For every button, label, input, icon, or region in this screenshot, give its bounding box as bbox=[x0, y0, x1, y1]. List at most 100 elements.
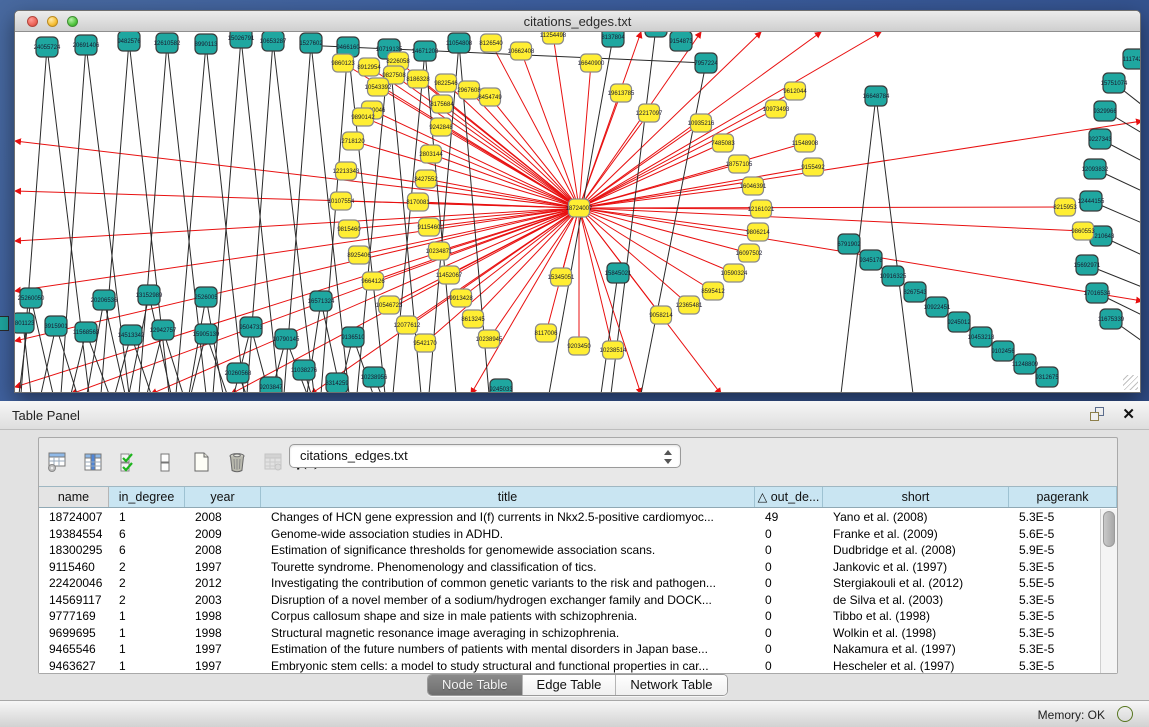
graph-node-yellow[interactable]: 8925406 bbox=[347, 246, 371, 264]
citation-edge-black[interactable] bbox=[31, 298, 53, 392]
graph-node-teal[interactable]: 24055724 bbox=[34, 37, 61, 57]
graph-node-teal[interactable]: 2526005 bbox=[194, 287, 218, 307]
graph-node-yellow[interactable]: 10234871 bbox=[426, 242, 453, 260]
import-table-button[interactable] bbox=[261, 450, 285, 474]
graph-node-teal[interactable]: 11675339 bbox=[1098, 309, 1125, 329]
graph-node-yellow[interactable]: 10546723 bbox=[376, 296, 403, 314]
select-rows-button[interactable] bbox=[117, 450, 141, 474]
graph-node-teal[interactable]: 11568563 bbox=[73, 322, 100, 342]
table-row[interactable]: 911546021997Tourette syndrome. Phenomeno… bbox=[39, 559, 1100, 576]
graph-node-teal[interactable]: 16571324 bbox=[308, 291, 335, 311]
graph-node-teal[interactable]: 12093832 bbox=[1082, 159, 1109, 179]
graph-node-yellow[interactable]: 10590324 bbox=[721, 264, 748, 282]
graph-node-yellow[interactable]: 18757105 bbox=[726, 155, 753, 173]
citation-edge-red[interactable] bbox=[446, 83, 579, 208]
graph-node-teal[interactable]: 9312675 bbox=[1035, 367, 1059, 387]
citation-edge-red[interactable] bbox=[441, 127, 579, 208]
graph-node-yellow[interactable]: 12161021 bbox=[748, 200, 775, 218]
graph-node-yellow[interactable]: 11548908 bbox=[792, 134, 819, 152]
graph-node-yellow[interactable]: 9242848 bbox=[429, 118, 453, 136]
citation-edge-red[interactable] bbox=[442, 104, 579, 208]
graph-node-yellow[interactable]: 10543392 bbox=[365, 78, 392, 96]
graph-node-yellow[interactable]: 16046391 bbox=[740, 177, 767, 195]
graph-node-yellow[interactable]: 10973493 bbox=[763, 100, 790, 118]
graph-node-yellow[interactable]: 8186328 bbox=[406, 70, 430, 88]
table-row[interactable]: 969969511998Structural magnetic resonanc… bbox=[39, 625, 1100, 642]
table-row[interactable]: 1872400712008Changes of HCN gene express… bbox=[39, 509, 1100, 526]
tab-node-table[interactable]: Node Table bbox=[428, 675, 523, 695]
graph-node-teal[interactable]: 13152989 bbox=[136, 285, 163, 305]
graph-node-yellow[interactable]: 8912954 bbox=[357, 58, 381, 76]
graph-node-teal[interactable]: 15692971 bbox=[1074, 255, 1101, 275]
graph-node-teal[interactable]: 9482576 bbox=[117, 32, 141, 51]
float-panel-button[interactable] bbox=[1090, 407, 1107, 423]
graph-node-yellow[interactable]: 9058214 bbox=[649, 306, 673, 324]
show-columns-button[interactable] bbox=[81, 450, 105, 474]
graph-node-yellow[interactable]: 9664126 bbox=[361, 272, 385, 290]
column-header-in_degree[interactable]: in_degree bbox=[109, 487, 185, 507]
graph-node-teal[interactable]: 15845021 bbox=[605, 263, 632, 283]
citation-edge-red[interactable] bbox=[579, 113, 649, 208]
graph-node-teal[interactable]: 9136510 bbox=[341, 327, 365, 347]
column-header-title[interactable]: title bbox=[261, 487, 755, 507]
graph-node-yellow[interactable]: 7485083 bbox=[711, 134, 735, 152]
graph-node-yellow[interactable]: 16097502 bbox=[736, 244, 763, 262]
citation-edge-red[interactable] bbox=[579, 207, 1065, 208]
graph-node-teal[interactable]: 9227343 bbox=[1088, 129, 1112, 149]
graph-node-teal[interactable]: 10453218 bbox=[968, 327, 995, 347]
graph-node-yellow[interactable]: 9115460 bbox=[418, 218, 442, 236]
graph-node-teal[interactable]: 9245012 bbox=[947, 312, 971, 332]
graph-node-yellow[interactable]: 8595412 bbox=[701, 282, 725, 300]
graph-node-teal[interactable]: 8137804 bbox=[601, 32, 625, 47]
graph-node-teal[interactable]: 15026791 bbox=[228, 32, 255, 48]
network-window-titlebar[interactable]: citations_edges.txt bbox=[15, 11, 1140, 32]
graph-node-teal[interactable]: 14513342 bbox=[118, 325, 145, 345]
graph-node-teal[interactable]: 20206536 bbox=[91, 290, 118, 310]
graph-node-teal[interactable]: 10653287 bbox=[260, 32, 287, 51]
graph-node-teal[interactable]: 12444155 bbox=[1078, 191, 1105, 211]
graph-node-teal[interactable]: 20260568 bbox=[225, 363, 252, 383]
graph-node-teal[interactable]: 9329966 bbox=[1093, 101, 1117, 121]
graph-node-teal[interactable]: 8801123 bbox=[15, 313, 35, 333]
graph-node-teal[interactable]: 14671208 bbox=[412, 41, 439, 61]
table-row[interactable]: 977716911998Corpus callosum shape and si… bbox=[39, 608, 1100, 625]
table-mode-button[interactable] bbox=[45, 450, 69, 474]
column-header-out_de[interactable]: △ out_de... bbox=[755, 487, 823, 507]
graph-node-yellow[interactable]: 15345051 bbox=[548, 268, 575, 286]
graph-node-teal[interactable]: 1117421 bbox=[1123, 49, 1140, 69]
graph-node-teal[interactable]: 20691406 bbox=[73, 35, 100, 55]
window-resize-grip[interactable] bbox=[1123, 375, 1138, 390]
graph-node-teal[interactable]: 8990113 bbox=[195, 34, 219, 54]
citation-edge-red[interactable] bbox=[353, 141, 579, 208]
graph-node-yellow[interactable]: 9822546 bbox=[434, 74, 458, 92]
graph-node-yellow[interactable]: 8126540 bbox=[479, 34, 503, 52]
graph-node-yellow[interactable]: 12365481 bbox=[676, 296, 703, 314]
close-panel-button[interactable]: ✕ bbox=[1122, 405, 1135, 423]
new-column-button[interactable] bbox=[189, 450, 213, 474]
table-source-select[interactable]: citations_edges.txt bbox=[289, 444, 681, 468]
column-header-pagerank[interactable]: pagerank bbox=[1009, 487, 1117, 507]
graph-node-teal[interactable]: 11038276 bbox=[291, 360, 318, 380]
graph-node-yellow[interactable]: 8215953 bbox=[1053, 198, 1077, 216]
graph-node-teal[interactable]: 8314259 bbox=[325, 373, 349, 392]
citation-edge-red[interactable] bbox=[579, 143, 723, 208]
graph-node-yellow[interactable]: 12077612 bbox=[394, 316, 421, 334]
graph-node-yellow[interactable]: 11254498 bbox=[540, 32, 567, 44]
graph-node-teal[interactable]: 10916325 bbox=[880, 266, 907, 286]
graph-node-teal[interactable]: 17016534 bbox=[1084, 283, 1111, 303]
graph-node-yellow[interactable]: 8427552 bbox=[414, 170, 438, 188]
column-header-short[interactable]: short bbox=[823, 487, 1009, 507]
citation-edge-black[interactable] bbox=[87, 300, 104, 392]
graph-node-yellow[interactable]: 9155492 bbox=[801, 158, 825, 176]
citation-edge-red[interactable] bbox=[553, 35, 579, 208]
graph-node-teal[interactable]: 9345178 bbox=[859, 250, 883, 270]
graph-node-yellow[interactable]: 9860553 bbox=[1071, 222, 1095, 240]
clear-selection-button[interactable] bbox=[153, 450, 177, 474]
column-header-year[interactable]: year bbox=[185, 487, 261, 507]
vertical-scrollbar[interactable] bbox=[1100, 509, 1117, 673]
graph-node-yellow[interactable]: 12217097 bbox=[636, 104, 663, 122]
graph-node-teal[interactable]: 12610582 bbox=[154, 33, 181, 53]
graph-node-yellow[interactable]: 9815460 bbox=[337, 220, 361, 238]
graph-node-yellow[interactable]: 9890142 bbox=[351, 108, 375, 126]
tab-edge-table[interactable]: Edge Table bbox=[523, 675, 617, 695]
